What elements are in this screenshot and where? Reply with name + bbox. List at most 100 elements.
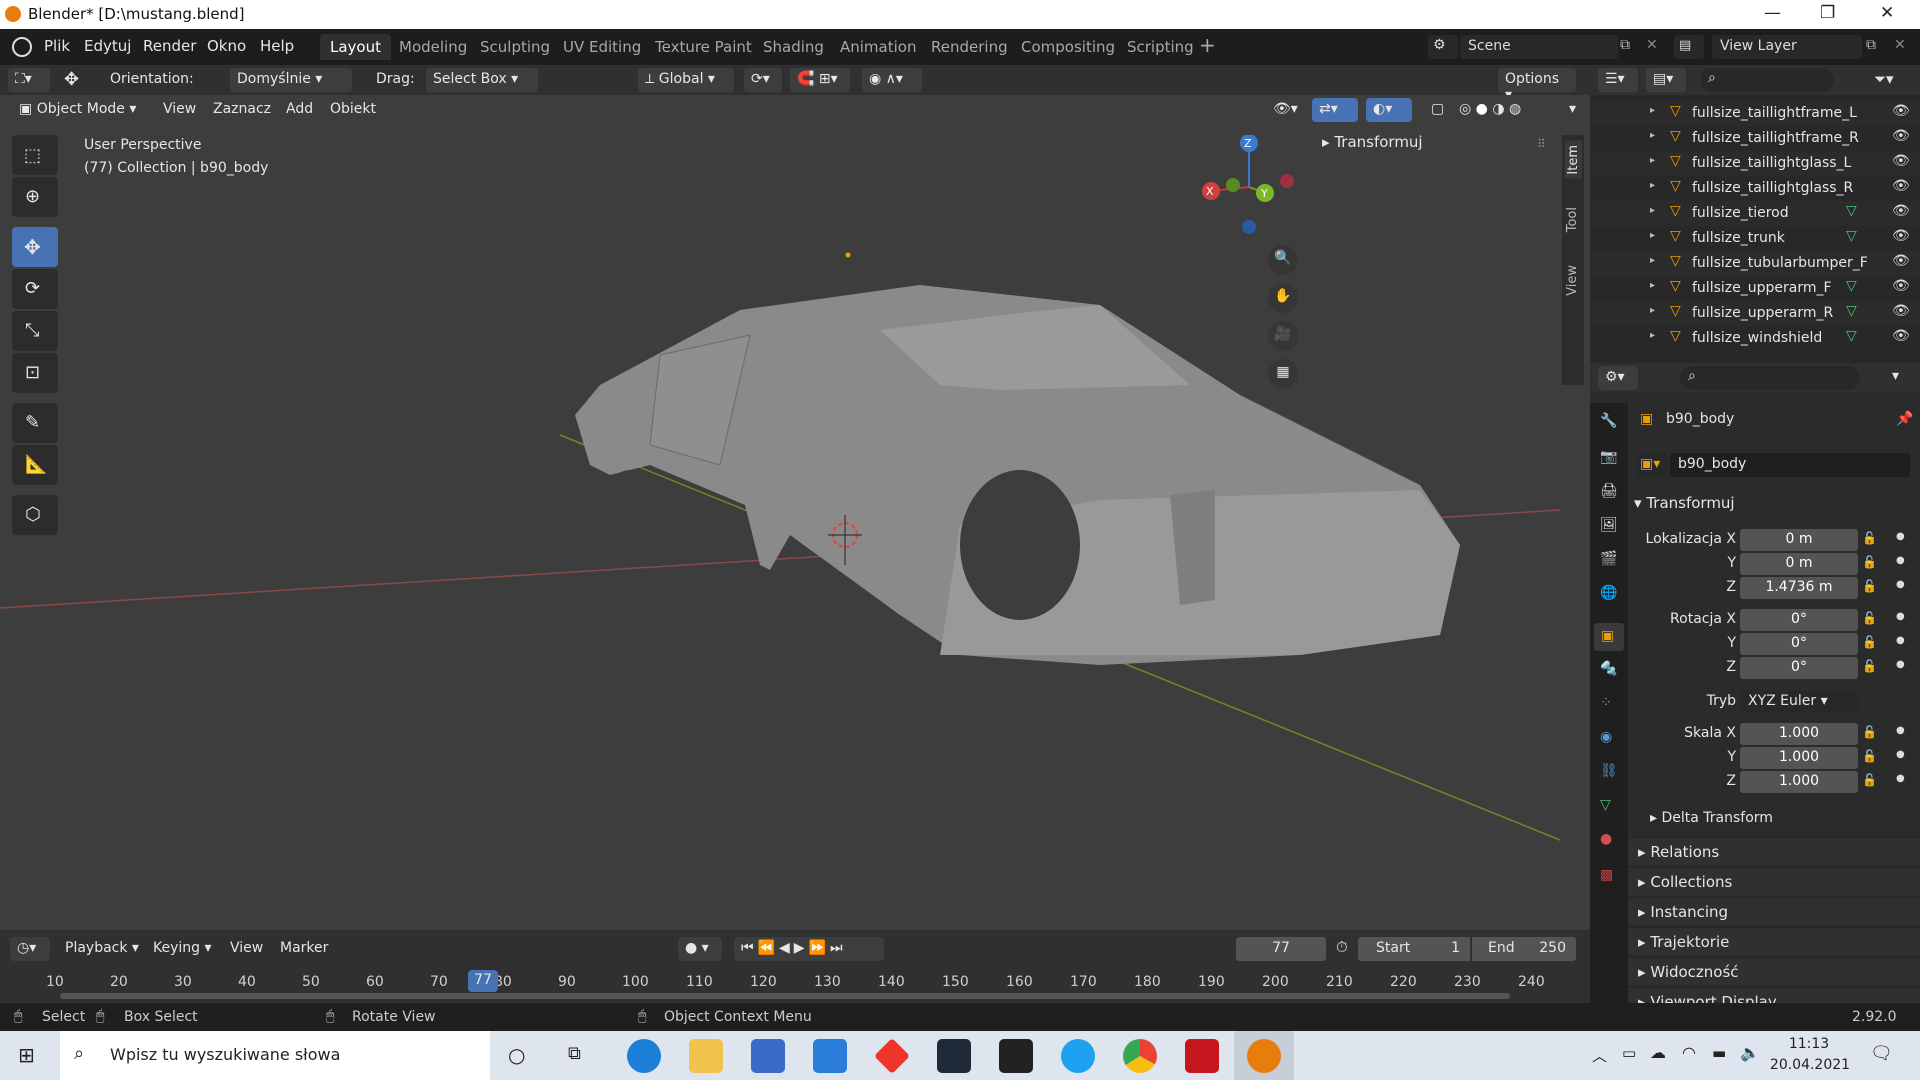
properties-editor-dropdown[interactable]: ⚙▾	[1598, 366, 1638, 390]
outliner-item[interactable]: ▸ ▽ fullsize_taillightglass_R 👁	[1590, 176, 1920, 201]
maximize-icon[interactable]: ❐	[1820, 3, 1835, 23]
instancing-panel[interactable]: ▸ Instancing	[1628, 897, 1920, 925]
taskbar-date[interactable]: 20.04.2021	[1768, 1057, 1852, 1073]
pin-icon[interactable]: 📌	[1896, 411, 1913, 427]
windows-start-icon[interactable]: ⊞	[18, 1043, 35, 1067]
constraints-tab-icon[interactable]: ⛓	[1600, 763, 1618, 779]
expand-icon[interactable]: ▸	[1650, 105, 1655, 116]
3d-viewport[interactable]: ▣ Object Mode ▾ View Zaznacz Add Obiekt …	[0, 95, 1590, 930]
expand-icon[interactable]: ▸	[1650, 155, 1655, 166]
tab-sculpting[interactable]: Sculpting	[470, 34, 560, 60]
object-name-field[interactable]: b90_body	[1670, 453, 1910, 477]
material-tab-icon[interactable]: ●	[1600, 831, 1612, 847]
scale-x-field[interactable]: 1.000	[1740, 723, 1858, 745]
current-frame-marker[interactable]: 77	[468, 970, 498, 992]
orientation-dropdown[interactable]: Domyślnie ▾	[230, 68, 352, 92]
keyframe-dot-icon[interactable]: ●	[1896, 725, 1905, 736]
physics-tab-icon[interactable]: ◉	[1600, 729, 1612, 745]
menu-edit[interactable]: Edytuj	[84, 37, 131, 55]
sidebar-transform-panel[interactable]: ▸ Transformuj	[1322, 133, 1423, 151]
keyframe-dot-icon[interactable]: ●	[1896, 749, 1905, 760]
location-x-field[interactable]: 0 m	[1740, 529, 1858, 551]
relations-panel[interactable]: ▸ Relations	[1628, 837, 1920, 865]
tab-animation[interactable]: Animation	[830, 34, 926, 60]
eye-icon[interactable]: 👁	[1892, 278, 1910, 294]
taskbar-search-input[interactable]: ⌕ Wpisz tu wyszukiwane słowa	[60, 1031, 490, 1080]
menu-help[interactable]: Help	[260, 37, 294, 55]
onedrive-icon[interactable]: ☁	[1650, 1043, 1666, 1062]
options-dropdown[interactable]: Options ▾	[1498, 68, 1576, 103]
app-red-square-icon[interactable]	[1185, 1039, 1219, 1073]
expand-icon[interactable]: ▸	[1650, 130, 1655, 141]
eye-icon[interactable]: 👁	[1892, 203, 1910, 219]
shading-dropdown[interactable]: ▾	[1562, 98, 1584, 122]
store-icon[interactable]	[751, 1039, 785, 1073]
tab-uv-editing[interactable]: UV Editing	[553, 34, 651, 60]
view-layer-tab-icon[interactable]: 🖼	[1600, 517, 1618, 533]
filter-icon[interactable]: ⏷▾	[1874, 70, 1894, 88]
menu-render[interactable]: Render	[143, 37, 196, 55]
rotate-tool[interactable]: ⟳	[12, 269, 58, 309]
keyframe-dot-icon[interactable]: ●	[1896, 635, 1905, 646]
new-scene-icon[interactable]: ⧉	[1620, 37, 1630, 53]
pivot-point-dropdown[interactable]: ⟳▾	[744, 68, 782, 92]
menu-window[interactable]: Okno	[207, 37, 246, 55]
volume-icon[interactable]: 🔈	[1740, 1043, 1760, 1062]
measure-tool[interactable]: 📐	[12, 445, 58, 485]
output-tab-icon[interactable]: 🖨	[1600, 483, 1618, 499]
gizmo-toggle[interactable]: ⇄▾	[1312, 98, 1358, 122]
eye-icon[interactable]: 👁	[1892, 228, 1910, 244]
app-red-icon[interactable]	[873, 1037, 911, 1075]
tab-layout[interactable]: Layout	[320, 34, 391, 60]
mesh-data-icon[interactable]: ▽	[1846, 228, 1857, 244]
outliner-item[interactable]: ▸ ▽ fullsize_upperarm_F ▽ 👁	[1590, 276, 1920, 301]
properties-search-input[interactable]: ⌕	[1680, 366, 1860, 390]
camera-icon[interactable]: 🎥	[1268, 321, 1298, 351]
move-tool[interactable]: ✥	[12, 227, 58, 267]
outliner-item[interactable]: ▸ ▽ fullsize_tubularbumper_F 👁	[1590, 251, 1920, 276]
location-z-field[interactable]: 1.4736 m	[1740, 577, 1858, 599]
remove-scene-icon[interactable]: ✕	[1646, 37, 1658, 53]
expand-icon[interactable]: ▸	[1650, 280, 1655, 291]
collections-panel[interactable]: ▸ Collections	[1628, 867, 1920, 895]
tab-view[interactable]: View	[1565, 265, 1580, 296]
dropbox-icon[interactable]	[937, 1039, 971, 1073]
menu-view[interactable]: View	[163, 101, 196, 117]
menu-select[interactable]: Zaznacz	[213, 101, 271, 117]
outliner-item[interactable]: ▸ ▽ fullsize_taillightglass_L 👁	[1590, 151, 1920, 176]
outliner-item[interactable]: ▸ ▽ fullsize_upperarm_R ▽ 👁	[1590, 301, 1920, 326]
tab-item[interactable]: Item	[1565, 141, 1582, 179]
expand-icon[interactable]: ▸	[1650, 230, 1655, 241]
eye-icon[interactable]: 👁	[1892, 128, 1910, 144]
zoom-icon[interactable]: 🔍	[1268, 245, 1298, 275]
keyframe-dot-icon[interactable]: ●	[1896, 531, 1905, 542]
visibility-dropdown[interactable]: 👁▾	[1266, 98, 1306, 122]
outliner-item[interactable]: ▸ ▽ fullsize_tierod ▽ 👁	[1590, 201, 1920, 226]
blender-menu-icon[interactable]	[12, 37, 32, 57]
transform-orientation-dropdown[interactable]: ⟂ Global ▾	[638, 68, 734, 92]
tab-texture-paint[interactable]: Texture Paint	[645, 34, 762, 60]
add-workspace-icon[interactable]: +	[1199, 33, 1216, 57]
scene-tab-icon[interactable]: 🎬	[1600, 551, 1617, 567]
tab-rendering[interactable]: Rendering	[921, 34, 1018, 60]
eye-icon[interactable]: 👁	[1892, 303, 1910, 319]
tab-shading[interactable]: Shading	[753, 34, 834, 60]
outliner-search-input[interactable]: ⌕	[1700, 68, 1834, 92]
lock-icon[interactable]: 🔓	[1862, 725, 1877, 739]
tab-compositing[interactable]: Compositing	[1011, 34, 1125, 60]
task-view-icon[interactable]: ⧉	[568, 1043, 581, 1064]
eye-icon[interactable]: 👁	[1892, 153, 1910, 169]
scale-tool[interactable]: ⤡	[12, 311, 58, 351]
tab-scripting[interactable]: Scripting	[1117, 34, 1204, 60]
navigation-gizmo[interactable]: Z X Y	[1195, 135, 1305, 235]
pan-hand-icon[interactable]: ✋	[1268, 283, 1298, 313]
data-tab-icon[interactable]: ▽	[1600, 797, 1611, 813]
taskbar-time[interactable]: 11:13	[1774, 1036, 1844, 1052]
rotation-y-field[interactable]: 0°	[1740, 633, 1858, 655]
proportional-edit-dropdown[interactable]: ◉ ∧▾	[862, 68, 922, 92]
edge-icon[interactable]	[627, 1039, 661, 1073]
lock-icon[interactable]: 🔓	[1862, 635, 1877, 649]
expand-icon[interactable]: ▸	[1650, 305, 1655, 316]
notifications-icon[interactable]: 🗨	[1870, 1043, 1893, 1064]
add-cube-tool[interactable]: ⬡	[12, 495, 58, 535]
